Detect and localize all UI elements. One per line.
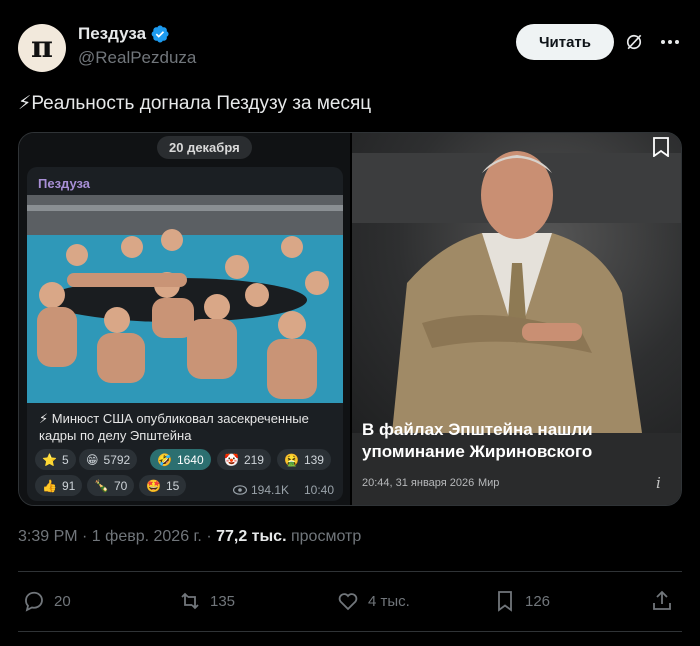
reaction-emoji: ⭐ — [42, 452, 57, 467]
bookmark-button[interactable]: 126 — [493, 586, 550, 616]
telegram-message-card: Пездуза ⚡ Минюст США опубликовал засекре… — [27, 167, 343, 501]
reaction-emoji: 🤡 — [224, 452, 239, 467]
reaction-chip-selected[interactable]: 🤣 1640 — [150, 449, 211, 470]
reaction-emoji: 🤣 — [157, 452, 172, 467]
share-button[interactable] — [650, 586, 674, 616]
avatar-letter: п — [31, 29, 53, 65]
view-count: 77,2 тыс. — [216, 528, 287, 545]
channel-name: Пездуза — [38, 176, 91, 191]
reaction-emoji: 🤩 — [146, 478, 161, 493]
tweet-media[interactable]: 20 декабря Пездуза ⚡ Минюст США опублико… — [18, 132, 682, 506]
eye-icon — [233, 485, 247, 495]
action-bar: 20 135 4 тыс. 126 — [18, 586, 682, 616]
verified-badge-icon — [151, 25, 169, 43]
reaction-emoji: 🍾 — [94, 478, 109, 493]
like-button[interactable]: 4 тыс. — [336, 586, 410, 616]
author-block: Пездуза @RealPezduza — [78, 24, 196, 68]
reaction-chip[interactable]: 🤩 15 — [139, 475, 187, 496]
heart-icon — [338, 593, 358, 611]
repost-count: 135 — [210, 592, 236, 610]
like-count: 4 тыс. — [368, 592, 410, 610]
repost-button[interactable]: 135 — [178, 586, 235, 616]
tweet-meta: 3:39 PM · 1 февр. 2026 г. · 77,2 тыс. пр… — [18, 528, 361, 546]
reaction-chip[interactable]: 👍 91 — [35, 475, 83, 496]
reaction-chip[interactable]: ⭐ 5 — [35, 449, 76, 470]
divider — [18, 631, 682, 632]
views-count: 194.1K — [251, 483, 290, 497]
repost-icon — [181, 592, 199, 610]
bookmark-icon[interactable] — [652, 137, 670, 157]
divider — [18, 571, 682, 572]
reaction-chip[interactable]: 😁 5792 — [79, 449, 138, 470]
news-headline: В файлах Эпштейна нашли упоминание Жирин… — [362, 420, 593, 461]
info-icon[interactable]: i — [656, 474, 661, 492]
message-time: 10:40 — [304, 483, 335, 497]
views-counter: 194.1K — [233, 483, 289, 497]
reaction-count: 219 — [243, 452, 264, 467]
reaction-count: 70 — [113, 478, 128, 493]
post-caption: ⚡ Минюст США опубликовал засекреченные к… — [39, 411, 309, 443]
reaction-count: 15 — [165, 478, 180, 493]
view-label: просмотр — [286, 528, 362, 545]
reaction-count: 5792 — [103, 452, 131, 467]
telegram-screenshot[interactable]: 20 декабря Пездуза ⚡ Минюст США опублико… — [19, 133, 350, 505]
news-source: Мир — [478, 477, 500, 489]
bookmark-count: 126 — [525, 592, 551, 610]
reply-icon — [25, 591, 43, 612]
news-screenshot[interactable]: В файлах Эпштейна нашли упоминание Жирин… — [352, 133, 681, 505]
reaction-chip[interactable]: 🤮 139 — [277, 449, 331, 470]
reaction-emoji: 😁 — [86, 452, 99, 467]
author-handle[interactable]: @RealPezduza — [78, 48, 196, 68]
avatar[interactable]: п — [18, 24, 66, 72]
more-options-icon[interactable] — [658, 32, 682, 52]
follow-button[interactable]: Читать — [516, 24, 614, 60]
news-timestamp: 20:44, 31 января 2026 — [362, 477, 475, 489]
reaction-count: 91 — [61, 478, 76, 493]
reaction-emoji: 👍 — [42, 478, 57, 493]
tweet-text: ⚡Реальность догнала Пездузу за месяц — [18, 93, 372, 114]
reply-button[interactable]: 20 — [22, 586, 71, 616]
date-pill: 20 декабря — [157, 136, 252, 159]
tweet-header: п Пездуза @RealPezduza Читать — [18, 18, 682, 74]
reaction-count: 1640 — [176, 452, 204, 467]
share-icon — [653, 590, 671, 610]
reaction-chip[interactable]: 🤡 219 — [217, 449, 271, 470]
reaction-count: 139 — [303, 452, 324, 467]
tweet-timestamp[interactable]: 3:39 PM · 1 февр. 2026 г. · — [18, 528, 216, 545]
pool-photo — [27, 195, 343, 403]
bookmark-icon — [498, 591, 512, 612]
author-name[interactable]: Пездуза — [78, 24, 146, 44]
reaction-chip[interactable]: 🍾 70 — [87, 475, 135, 496]
reaction-emoji: 🤮 — [284, 452, 299, 467]
politician-photo — [352, 133, 681, 433]
reaction-count: 5 — [61, 452, 69, 467]
reply-count: 20 — [54, 592, 71, 610]
grok-icon[interactable] — [624, 32, 644, 52]
